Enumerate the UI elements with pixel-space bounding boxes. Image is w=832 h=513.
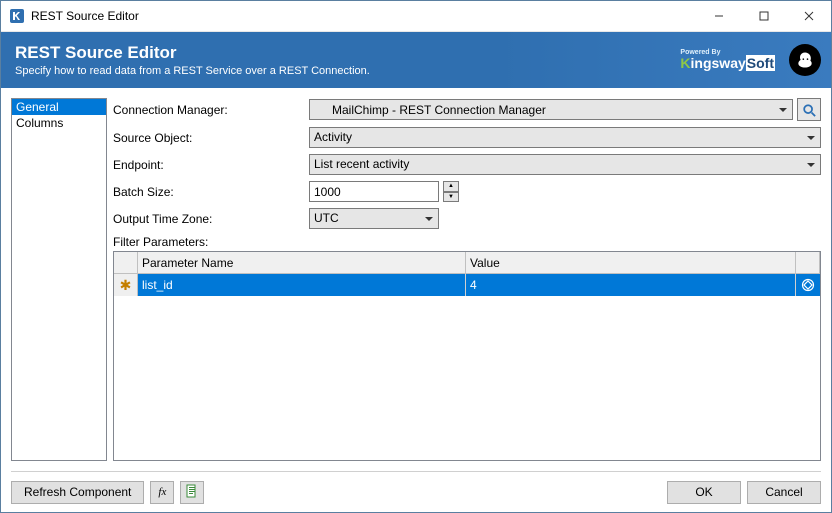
fx-icon: fx [158,486,166,498]
row-action-button[interactable] [796,274,820,296]
filter-parameters-table: Parameter Name Value ✱ list_id 4 [113,251,821,461]
table-header-action [796,252,820,274]
brand-logo: Powered By KingswaySoft [680,49,775,71]
nav-item-general[interactable]: General [12,99,106,115]
banner-heading: REST Source Editor [15,43,370,63]
connection-search-button[interactable] [797,98,821,121]
batch-size-down[interactable]: ▼ [443,192,459,203]
batch-size-label: Batch Size: [113,185,309,199]
footer: Refresh Component fx OK Cancel [1,472,831,512]
table-header-handle [114,252,138,274]
endpoint-select[interactable]: List recent activity [309,154,821,175]
refresh-component-button[interactable]: Refresh Component [11,481,144,504]
banner-subtitle: Specify how to read data from a REST Ser… [15,65,370,77]
window: REST Source Editor REST Source Editor Sp… [0,0,832,513]
batch-size-input[interactable] [309,181,439,202]
batch-size-up[interactable]: ▲ [443,181,459,192]
table-header-name: Parameter Name [138,252,466,274]
output-time-zone-select[interactable]: UTC [309,208,439,229]
row-action-icon [801,278,815,292]
expression-button[interactable]: fx [150,481,174,504]
close-button[interactable] [786,1,831,31]
batch-size-spinner[interactable]: ▲ ▼ [443,181,459,202]
titlebar: REST Source Editor [1,1,831,32]
source-object-label: Source Object: [113,131,309,145]
side-nav: General Columns [11,98,107,461]
ok-button[interactable]: OK [667,481,741,504]
row-param-name[interactable]: list_id [138,274,466,296]
banner: REST Source Editor Specify how to read d… [1,32,831,88]
cancel-button[interactable]: Cancel [747,481,821,504]
source-object-select[interactable]: Activity [309,127,821,148]
maximize-button[interactable] [741,1,786,31]
table-row[interactable]: ✱ list_id 4 [114,274,820,296]
connection-manager-select[interactable]: MailChimp - REST Connection Manager [309,99,793,120]
documentation-button[interactable] [180,481,204,504]
table-header: Parameter Name Value [114,252,820,274]
mailchimp-icon [789,44,821,76]
row-param-value[interactable]: 4 [466,274,796,296]
endpoint-label: Endpoint: [113,158,309,172]
filter-parameters-label: Filter Parameters: [113,235,208,249]
app-icon [9,8,25,24]
table-header-value: Value [466,252,796,274]
row-required-icon: ✱ [114,274,138,296]
doc-icon [185,484,199,501]
minimize-button[interactable] [696,1,741,31]
main-content: General Columns Connection Manager: Mail… [1,88,831,471]
output-time-zone-label: Output Time Zone: [113,212,309,226]
connection-manager-label: Connection Manager: [113,103,309,117]
nav-item-columns[interactable]: Columns [12,115,106,131]
window-title: REST Source Editor [31,9,139,23]
form-area: Connection Manager: MailChimp - REST Con… [113,98,821,461]
